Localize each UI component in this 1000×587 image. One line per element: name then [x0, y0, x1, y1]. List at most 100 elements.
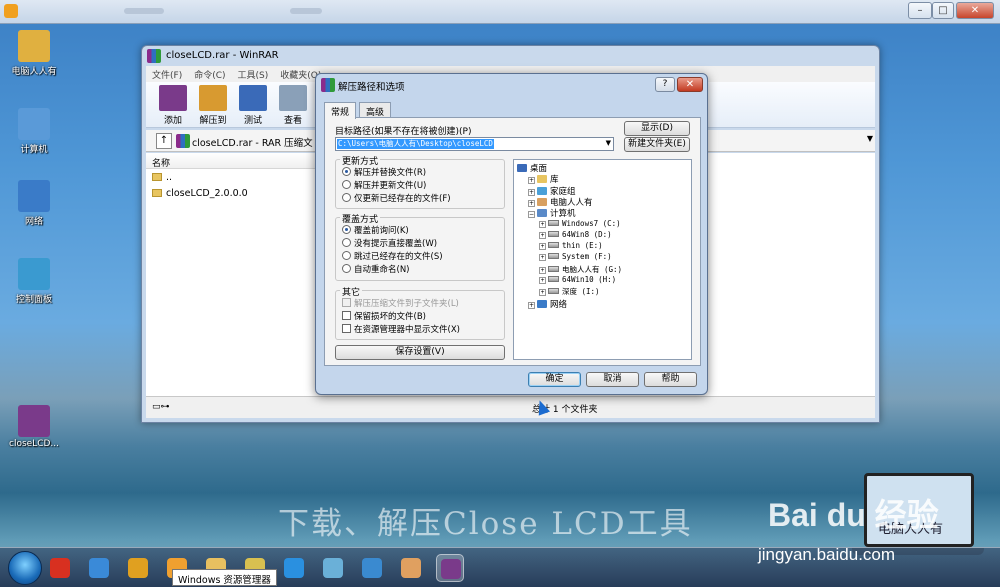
desktop-icon-1[interactable]: 计算机	[8, 108, 60, 155]
save-settings-button[interactable]: 保存设置(V)	[335, 345, 505, 360]
app-red-icon-glyph	[50, 558, 70, 578]
toolbar-button-3[interactable]: 查看	[274, 85, 312, 126]
new-folder-button[interactable]: 新建文件夹(E)	[624, 137, 690, 152]
minimize-button[interactable]: –	[908, 2, 932, 19]
toolbar-label: 查看	[283, 116, 302, 126]
monitor-icon[interactable]	[358, 554, 386, 582]
tree-node[interactable]: + 电脑人人有 (G:)	[539, 264, 622, 275]
radio-option[interactable]: 解压并更新文件(U)	[342, 179, 426, 191]
tree-node[interactable]: − 计算机	[528, 207, 576, 219]
expand-toggle-icon[interactable]: +	[539, 220, 546, 228]
help-button[interactable]: 帮助	[644, 372, 697, 387]
desktop-icon-3[interactable]: 控制面板	[8, 258, 60, 305]
expand-toggle-icon[interactable]: +	[539, 254, 546, 262]
start-button[interactable]	[8, 551, 42, 585]
checkbox[interactable]	[342, 324, 351, 333]
radio-button[interactable]	[342, 193, 351, 202]
expand-toggle-icon[interactable]: +	[539, 289, 546, 297]
expand-toggle-icon[interactable]: +	[539, 243, 546, 251]
tree-node[interactable]: + thin (E:)	[539, 241, 603, 251]
dialog-title: 解压路径和选项	[338, 82, 405, 93]
radio-button[interactable]	[342, 264, 351, 273]
drive-icon	[548, 242, 559, 249]
browser-icon[interactable]	[280, 554, 308, 582]
chrome-icon[interactable]	[124, 554, 152, 582]
cancel-button[interactable]: 取消	[586, 372, 639, 387]
chevron-down-icon[interactable]: ▼	[606, 139, 611, 147]
maximize-button[interactable]: □	[932, 2, 954, 19]
winrar-icon	[147, 49, 161, 63]
up-folder-button[interactable]: ↑	[156, 133, 172, 149]
address-dropdown-icon[interactable]: ▼	[867, 134, 873, 143]
desktop-icon-4[interactable]: closeLCD...	[8, 405, 60, 449]
show-button[interactable]: 显示(D)	[624, 121, 690, 136]
winrar-icon-glyph	[441, 559, 461, 579]
tree-node-label: 深度 (I:)	[562, 287, 600, 297]
column-name-header[interactable]: 名称	[146, 153, 318, 169]
tab-general[interactable]: 常规	[324, 102, 356, 119]
tree-node-label: thin (E:)	[562, 241, 603, 251]
radio-option[interactable]: 没有提示直接覆盖(W)	[342, 237, 437, 249]
tree-node[interactable]: + 电脑人人有	[528, 196, 593, 208]
menu-item[interactable]: 文件(F)	[146, 66, 188, 83]
radio-button[interactable]	[342, 180, 351, 189]
radio-option[interactable]: 覆盖前询问(K)	[342, 224, 409, 236]
tree-node[interactable]: +64Win10 (H:)	[539, 275, 616, 284]
expand-toggle-icon[interactable]: −	[528, 211, 535, 219]
desktop-app-icon	[18, 30, 50, 62]
desktop-icon-0[interactable]: 电脑人人有	[8, 30, 60, 77]
expand-toggle-icon[interactable]: +	[539, 231, 546, 239]
app-red-icon[interactable]	[46, 554, 74, 582]
menu-item[interactable]: 工具(S)	[232, 66, 275, 83]
folder-tree[interactable]: 桌面 + 库 + 家庭组 + 电脑人人有 − 计算机 + Windows7 (C:) +64Win8 …	[513, 159, 692, 360]
radio-button[interactable]	[342, 167, 351, 176]
tree-node[interactable]: + Windows7 (C:)	[539, 219, 621, 228]
toolbar-button-1[interactable]: 解压到	[194, 85, 232, 126]
taskbar-tooltip: Windows 资源管理器	[172, 569, 277, 586]
tree-node[interactable]: + System (F:)	[539, 252, 612, 262]
expand-toggle-icon[interactable]: +	[539, 266, 546, 274]
tree-node[interactable]: + 家庭组	[528, 185, 576, 197]
tree-node[interactable]: + 网络	[528, 298, 567, 310]
expand-toggle-icon[interactable]: +	[528, 199, 535, 207]
checkbox	[342, 298, 351, 307]
menu-item[interactable]: 命令(C)	[188, 66, 231, 83]
expand-toggle-icon[interactable]: +	[528, 301, 535, 309]
checkbox-option[interactable]: 保留损坏的文件(B)	[342, 310, 426, 322]
winrar-icon[interactable]	[436, 554, 464, 582]
radio-option[interactable]: 自动重命名(N)	[342, 263, 410, 275]
close-button[interactable]: ✕	[956, 2, 994, 19]
dialog-help-button[interactable]: ?	[655, 77, 675, 92]
tree-node[interactable]: + 深度 (I:)	[539, 286, 600, 297]
radio-option[interactable]: 仅更新已经存在的文件(F)	[342, 192, 451, 204]
list-item[interactable]: closeLCD_2.0.0.0	[146, 185, 318, 201]
ie-icon[interactable]	[85, 554, 113, 582]
checkbox-option[interactable]: 在资源管理器中显示文件(X)	[342, 323, 460, 335]
toolbar-button-2[interactable]: 测试	[234, 85, 272, 126]
tree-node[interactable]: +64Win8 (D:)	[539, 230, 612, 239]
paint-icon[interactable]	[397, 554, 425, 582]
list-item[interactable]: ..	[146, 169, 318, 185]
tab-advanced[interactable]: 高级	[359, 102, 391, 118]
ok-button[interactable]: 确定	[528, 372, 581, 387]
expand-toggle-icon[interactable]: +	[528, 177, 535, 185]
expand-toggle-icon[interactable]: +	[528, 188, 535, 196]
misc-group: 其它 解压压缩文件到子文件夹(L) 保留损坏的文件(B) 在资源管理器中显示文件(X…	[335, 285, 505, 340]
target-path-input[interactable]: C:\Users\电脑人人有\Desktop\closeLCD ▼	[335, 137, 614, 151]
settings-icon-glyph	[323, 558, 343, 578]
radio-button[interactable]	[342, 238, 351, 247]
dialog-close-button[interactable]: ✕	[677, 77, 703, 92]
toolbar-button-0[interactable]: 添加	[154, 85, 192, 126]
settings-icon[interactable]	[319, 554, 347, 582]
expand-toggle-icon[interactable]: +	[539, 277, 546, 284]
tree-node[interactable]: 桌面	[517, 162, 547, 174]
desktop-icon-2[interactable]: 网络	[8, 180, 60, 227]
radio-button[interactable]	[342, 251, 351, 260]
radio-option[interactable]: 跳过已经存在的文件(S)	[342, 250, 443, 262]
checkbox[interactable]	[342, 311, 351, 320]
radio-option[interactable]: 解压并替换文件(R)	[342, 166, 426, 178]
tree-node[interactable]: + 库	[528, 173, 559, 185]
outer-window-titlebar: – □ ✕	[0, 0, 1000, 24]
radio-button[interactable]	[342, 225, 351, 234]
update-mode-group: 更新方式 解压并替换文件(R) 解压并更新文件(U) 仅更新已经存在的文件(F)	[335, 154, 505, 209]
